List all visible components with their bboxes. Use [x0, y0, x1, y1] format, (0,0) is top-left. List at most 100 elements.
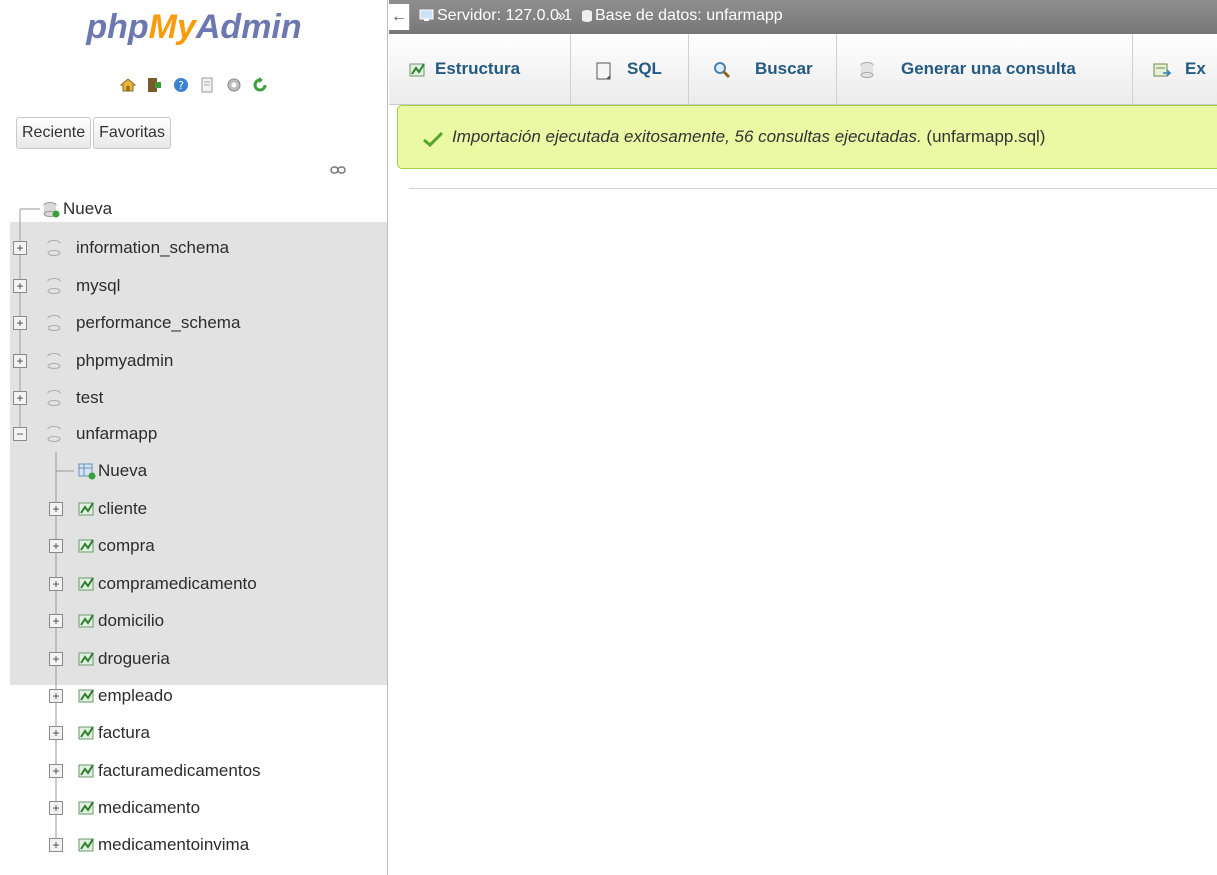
recent-tab[interactable]: Reciente	[16, 117, 92, 149]
database-icon	[582, 10, 592, 22]
tree-label: domicilio	[98, 611, 165, 630]
expand-icon[interactable]: +	[49, 614, 63, 628]
tree-item-db[interactable]: + mysql	[0, 267, 387, 304]
tree-label: Nueva	[63, 199, 113, 218]
tree-label: facturamedicamentos	[98, 761, 261, 780]
check-icon	[423, 131, 444, 147]
export-icon	[1153, 63, 1171, 77]
success-message: Importación ejecutada exitosamente, 56 c…	[397, 105, 1217, 169]
link-icon[interactable]	[330, 164, 346, 176]
help-icon[interactable]: ?	[172, 76, 190, 94]
breadcrumb: ← Servidor: 127.0.0.1 » Base de datos: u…	[389, 0, 1217, 34]
expand-icon[interactable]: +	[13, 241, 27, 255]
tab-sql[interactable]: SQL	[571, 34, 689, 104]
tab-structure[interactable]: Estructura	[389, 34, 571, 104]
tree-item-table[interactable]: + factura	[0, 714, 387, 751]
recent-favorites-tabs: Reciente Favoritas	[16, 117, 173, 149]
expand-icon[interactable]: +	[49, 652, 63, 666]
tree-item-table[interactable]: + facturamedicamentos	[0, 752, 387, 789]
database-icon	[47, 278, 61, 294]
tree-label: factura	[98, 723, 150, 742]
tree-label: empleado	[98, 686, 173, 705]
table-icon	[78, 502, 94, 516]
tree-label: phpmyadmin	[76, 351, 174, 370]
breadcrumb-database-link[interactable]: Base de datos: unfarmapp	[595, 7, 783, 25]
database-icon	[47, 353, 61, 369]
expand-icon[interactable]: +	[49, 502, 63, 516]
tree-item-table[interactable]: + medicamentoinvima	[0, 826, 387, 863]
expand-icon[interactable]: +	[13, 316, 27, 330]
quick-icons-bar: ?	[0, 76, 387, 100]
message-italic-text: Importación ejecutada exitosamente, 56 c…	[452, 127, 922, 146]
database-tabs: Estructura SQL Buscar Generar una consul…	[389, 34, 1217, 105]
tree-label: medicamento	[98, 798, 201, 817]
tree-label: Nueva	[98, 461, 148, 480]
database-icon	[860, 62, 874, 78]
settings-icon[interactable]	[225, 76, 243, 94]
expand-icon[interactable]: +	[13, 354, 27, 368]
expand-icon[interactable]: +	[49, 764, 63, 778]
breadcrumb-separator: »	[557, 7, 566, 24]
tab-export[interactable]: Ex	[1133, 34, 1217, 104]
tree-item-db[interactable]: + performance_schema	[0, 304, 387, 341]
tab-search[interactable]: Buscar	[689, 34, 837, 104]
expand-icon[interactable]: +	[49, 539, 63, 553]
tree-item-db[interactable]: + information_schema	[0, 229, 387, 266]
svg-text:?: ?	[178, 79, 184, 92]
sql-icon	[596, 62, 611, 80]
message-file-text: (unfarmapp.sql)	[926, 127, 1046, 146]
server-icon	[419, 9, 434, 21]
logout-icon[interactable]	[145, 76, 163, 94]
tree-label: compramedicamento	[98, 574, 257, 593]
table-icon	[78, 801, 94, 815]
database-icon	[47, 426, 61, 442]
tab-query[interactable]: Generar una consulta	[837, 34, 1133, 104]
tree-label: compra	[98, 536, 155, 555]
table-icon	[78, 539, 94, 553]
tree-item-db[interactable]: + test	[0, 379, 387, 416]
table-icon	[78, 838, 94, 852]
expand-icon[interactable]: +	[49, 689, 63, 703]
database-icon	[47, 390, 61, 406]
expand-icon[interactable]: +	[13, 391, 27, 405]
reload-icon[interactable]	[251, 76, 269, 94]
docs-icon[interactable]	[198, 76, 216, 94]
expand-icon[interactable]: +	[49, 726, 63, 740]
message-text: Importación ejecutada exitosamente, 56 c…	[452, 127, 1045, 147]
favorites-tab[interactable]: Favoritas	[93, 117, 171, 149]
expand-icon[interactable]: +	[49, 577, 63, 591]
new-db-icon	[43, 202, 60, 218]
tree-item-table[interactable]: + cliente	[0, 490, 387, 527]
tree-item-table[interactable]: + drogueria	[0, 640, 387, 677]
table-icon	[78, 652, 94, 666]
tree-label: test	[76, 388, 104, 407]
tree-label: medicamentoinvima	[98, 835, 250, 854]
tree-label: cliente	[98, 499, 148, 518]
tree-item-table[interactable]: + compra	[0, 527, 387, 564]
phpmyadmin-logo[interactable]: phpMyAdmin	[0, 8, 387, 47]
tree-item-new-db[interactable]: Nueva	[0, 190, 387, 227]
tree-item-db-expanded[interactable]: − unfarmapp	[0, 415, 387, 452]
tree-item-db[interactable]: + phpmyadmin	[0, 342, 387, 379]
collapse-icon[interactable]: −	[13, 427, 27, 441]
table-icon	[78, 689, 94, 703]
tree-item-new-table[interactable]: Nueva	[0, 452, 387, 489]
tree-label: drogueria	[98, 649, 170, 668]
tree-label: mysql	[76, 276, 121, 295]
table-icon	[78, 764, 94, 778]
tree-item-table[interactable]: + empleado	[0, 677, 387, 714]
breadcrumb-server-link[interactable]: Servidor: 127.0.0.1	[437, 7, 572, 25]
search-icon	[714, 62, 731, 79]
tree-label: information_schema	[76, 238, 230, 257]
content-divider	[409, 188, 1217, 189]
home-icon[interactable]	[119, 76, 137, 94]
tree-item-table[interactable]: + compramedicamento	[0, 565, 387, 602]
expand-icon[interactable]: +	[13, 279, 27, 293]
expand-icon[interactable]: +	[49, 838, 63, 852]
tree-item-table[interactable]: + domicilio	[0, 602, 387, 639]
tree-item-table[interactable]: + medicamento	[0, 789, 387, 826]
expand-icon[interactable]: +	[49, 801, 63, 815]
table-icon	[78, 726, 94, 740]
tree-label: performance_schema	[76, 313, 241, 332]
collapse-nav-arrow-icon[interactable]: ←	[389, 4, 410, 30]
